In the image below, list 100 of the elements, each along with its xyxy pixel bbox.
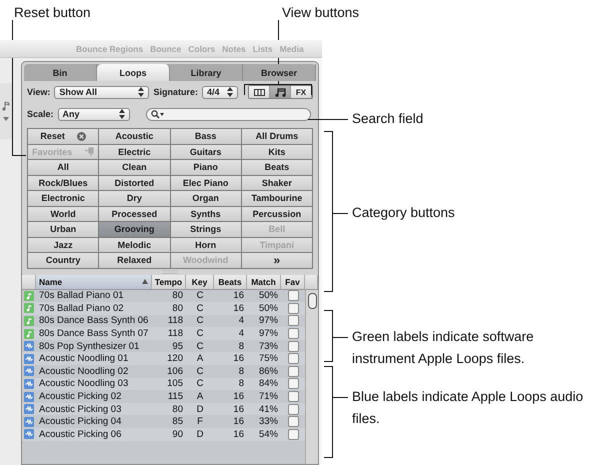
category-button[interactable]: Organ	[170, 191, 241, 206]
leader-line	[333, 397, 348, 398]
favorite-checkbox[interactable]	[288, 404, 298, 415]
favorite-checkbox[interactable]	[288, 302, 298, 314]
table-row[interactable]: Acoustic Picking 02 115 A 16 71%	[22, 390, 305, 403]
category-button[interactable]: Beats	[242, 160, 312, 174]
category-button[interactable]: Clean	[99, 160, 170, 174]
column-header[interactable]: Tempo	[152, 274, 186, 288]
view-button[interactable]: FX	[291, 86, 312, 98]
note-icon	[24, 328, 34, 339]
table-cell-text: C	[196, 290, 204, 302]
table-row[interactable]: Acoustic Noodling 01 120 A 16 75%	[22, 352, 305, 366]
notes-icon	[274, 88, 286, 96]
tab[interactable]: Browser	[243, 64, 316, 81]
waveform-icon	[24, 429, 34, 440]
category-button[interactable]: Synths	[170, 206, 241, 221]
category-button[interactable]: Strings	[170, 222, 241, 236]
bracket	[244, 84, 312, 95]
scale-dropdown[interactable]: Any	[58, 108, 130, 120]
category-button[interactable]: Horn	[170, 238, 241, 252]
search-field[interactable]	[146, 108, 311, 120]
category-button[interactable]: Melodic	[99, 238, 170, 252]
column-header[interactable]: Fav	[281, 274, 305, 288]
favorite-checkbox[interactable]	[288, 378, 298, 390]
category-button[interactable]: Guitars	[170, 144, 241, 159]
category-button[interactable]: Urban	[28, 222, 98, 236]
favorite-checkbox[interactable]	[288, 366, 298, 377]
column-header[interactable]: Match	[247, 274, 281, 288]
category-button[interactable]: Elec Piano	[170, 176, 241, 190]
table-cell-text: Acoustic Noodling 02	[38, 365, 130, 378]
column-header[interactable]: Beats	[214, 274, 247, 288]
view-button[interactable]	[249, 86, 270, 98]
favorite-checkbox[interactable]	[288, 428, 298, 440]
table-cell-text: 97%	[258, 314, 279, 328]
table-cell-text: 54%	[258, 428, 279, 441]
table-cell-text: 120	[166, 352, 184, 366]
category-button[interactable]: Piano	[170, 160, 241, 174]
scroll-thumb[interactable]	[308, 292, 316, 308]
table-row[interactable]: Acoustic Noodling 03 105 C 8 84%	[22, 378, 305, 390]
table-cell-text: Acoustic Noodling 01	[38, 352, 130, 366]
category-button[interactable]: Bass	[170, 129, 241, 144]
favorite-checkbox[interactable]	[288, 391, 298, 402]
table-row[interactable]: Acoustic Picking 04 85 F 16 33%	[22, 415, 305, 428]
table-cell-text: 41%	[258, 402, 279, 416]
splitter-handle[interactable]	[162, 270, 178, 273]
category-button[interactable]: »	[242, 253, 312, 268]
tab[interactable]: Loops	[97, 64, 170, 81]
table-cell-text: 84%	[258, 378, 279, 390]
favorite-checkbox[interactable]	[288, 340, 298, 352]
view-button[interactable]	[270, 86, 291, 98]
table-cell-text: 85	[171, 415, 184, 428]
category-button[interactable]: All	[28, 160, 98, 174]
favorite-checkbox[interactable]	[288, 353, 298, 364]
category-button[interactable]: Kits	[242, 144, 312, 159]
table-cell-text: 16	[232, 390, 245, 403]
category-button[interactable]: Electronic	[28, 191, 98, 206]
table-cell-text: 16	[232, 290, 245, 302]
waveform-icon	[24, 341, 34, 352]
table-row[interactable]: 80s Dance Bass Synth 06 118 C 4 97%	[22, 314, 305, 328]
category-button[interactable]: Grooving	[99, 222, 170, 236]
category-button[interactable]: Country	[28, 253, 98, 268]
category-button[interactable]: Distorted	[99, 176, 170, 190]
tab[interactable]: Library	[170, 64, 243, 81]
category-button[interactable]: Acoustic	[99, 129, 170, 144]
column-header[interactable]: Key	[186, 274, 214, 288]
favorite-checkbox[interactable]	[288, 416, 298, 428]
category-button[interactable]: Jazz	[28, 238, 98, 252]
category-button[interactable]: Relaxed	[99, 253, 170, 268]
category-button[interactable]: Reset	[28, 129, 98, 144]
table-cell-text: C	[196, 302, 204, 315]
table-cell-text: Acoustic Picking 06	[38, 428, 122, 441]
table-cell-text: 80s Dance Bass Synth 07	[38, 327, 150, 340]
waveform-icon	[24, 416, 34, 427]
category-button[interactable]: Shaker	[242, 176, 312, 190]
table-row[interactable]: Acoustic Picking 03 80 D 16 41%	[22, 402, 305, 416]
category-button[interactable]: Dry	[99, 191, 170, 206]
favorite-checkbox[interactable]	[288, 290, 298, 302]
table-row[interactable]: 80s Dance Bass Synth 07 118 C 4 97%	[22, 327, 305, 340]
category-button[interactable]: Tambourine	[242, 191, 312, 206]
category-button[interactable]: Percussion	[242, 206, 312, 221]
column-header[interactable]: Name	[36, 274, 152, 288]
waveform-icon	[24, 392, 34, 402]
favorite-checkbox[interactable]	[288, 328, 298, 340]
category-button[interactable]: Electric	[99, 144, 170, 159]
category-button[interactable]: World	[28, 206, 98, 221]
table-cell-text: 4	[238, 314, 245, 328]
table-row[interactable]: Acoustic Noodling 02 106 C 8 86%	[22, 365, 305, 378]
category-button[interactable]: Processed	[99, 206, 170, 221]
waveform-icon	[24, 366, 34, 376]
category-button[interactable]: All Drums	[242, 129, 312, 144]
signature-dropdown[interactable]: 4/4	[202, 86, 238, 98]
view-dropdown[interactable]: Show All	[54, 86, 150, 98]
favorite-checkbox[interactable]	[288, 315, 298, 326]
table-row[interactable]: Acoustic Picking 06 90 D 16 54%	[22, 428, 305, 441]
table-cell-text: C	[196, 314, 204, 328]
caret-icon	[3, 117, 9, 121]
callout-text: Search field	[352, 110, 424, 128]
table-row[interactable]: 70s Ballad Piano 01 80 C 16 50%	[22, 290, 305, 302]
table-row[interactable]: 70s Ballad Piano 02 80 C 16 50%	[22, 302, 305, 315]
category-button[interactable]: Rock/Blues	[28, 176, 98, 190]
